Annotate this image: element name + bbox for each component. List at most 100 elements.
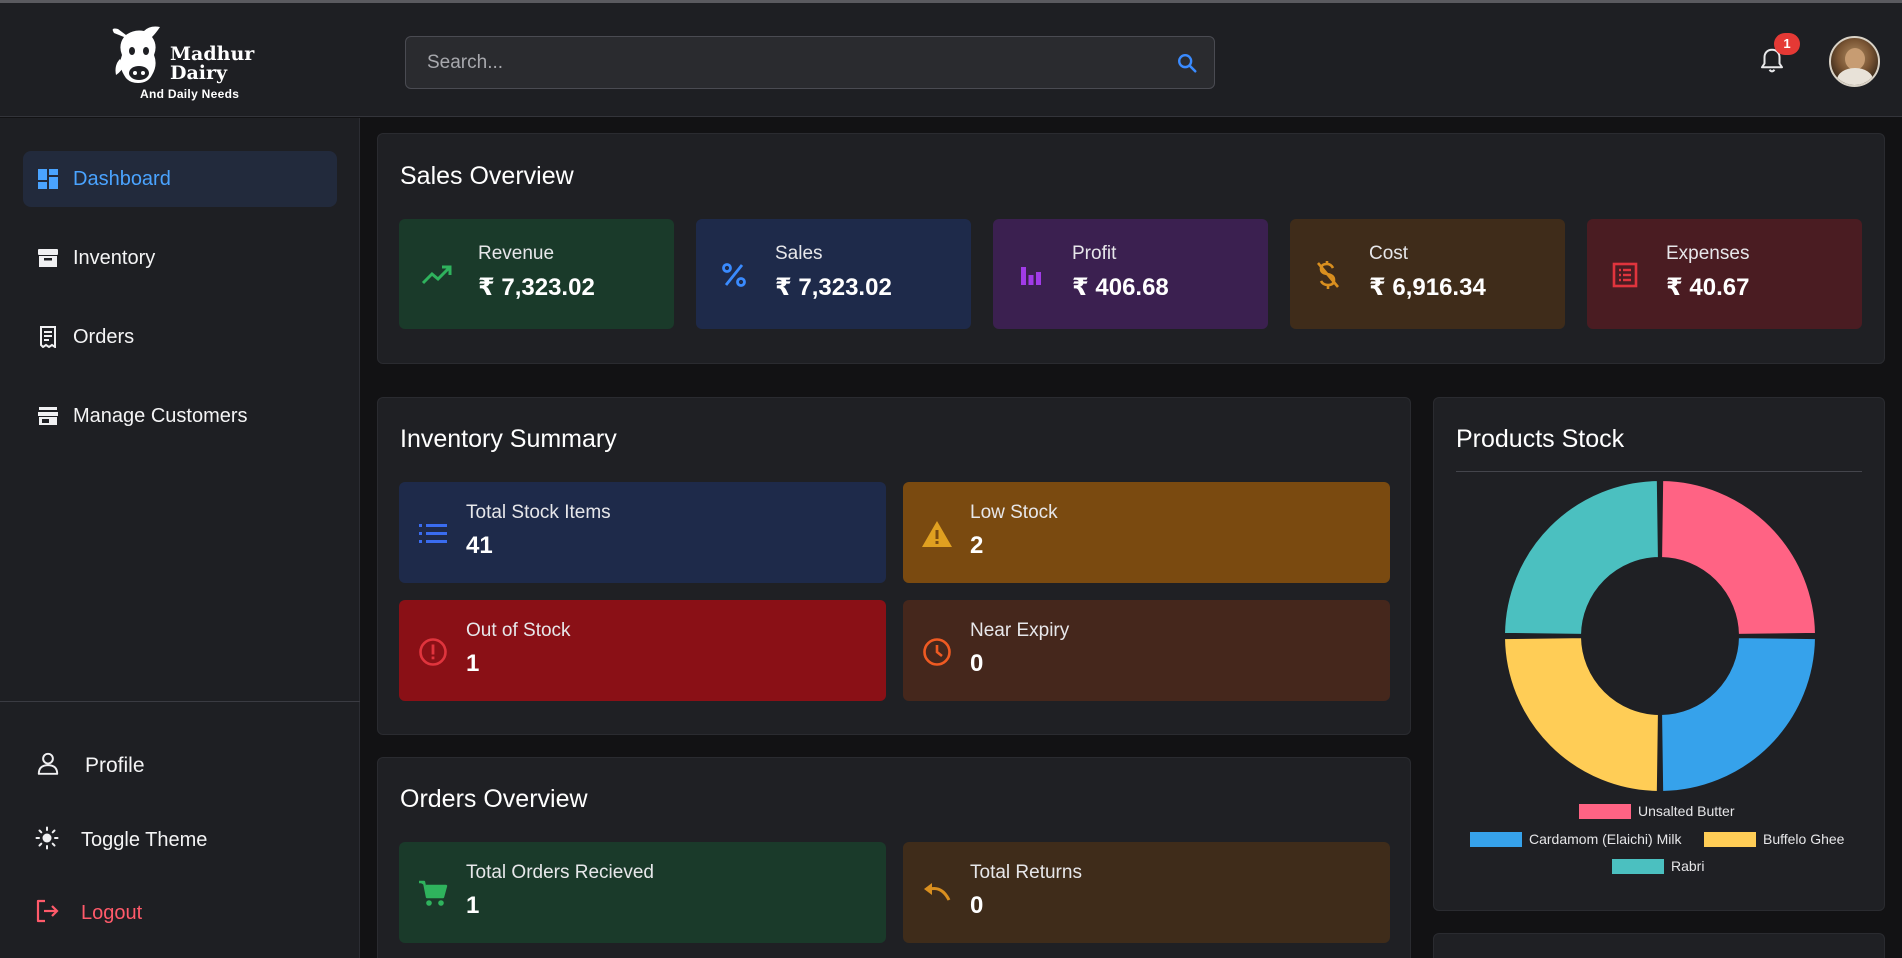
cost-tile[interactable]: Cost ₹ 6,916.34	[1290, 219, 1565, 329]
total-orders-value: 1	[466, 892, 480, 919]
cart-icon	[417, 878, 449, 910]
profile-label: Profile	[85, 753, 145, 777]
toggle-theme-button[interactable]: Toggle Theme	[35, 826, 207, 855]
brand-name-line2: Dairy	[170, 62, 228, 84]
legend-swatch	[1579, 803, 1631, 819]
legend-label: Rabri	[1671, 858, 1705, 874]
total-stock-items-value: 41	[466, 532, 493, 559]
donut-slice-rabri[interactable]	[1503, 479, 1660, 636]
top-header: Madhur Dairy And Daily Needs 1	[0, 3, 1902, 117]
revenue-tile[interactable]: Revenue ₹ 7,323.02	[399, 219, 674, 329]
total-orders-tile[interactable]: Total Orders Recieved 1	[399, 842, 886, 943]
profile-button[interactable]: Profile	[35, 750, 145, 781]
search-icon[interactable]	[1176, 52, 1198, 79]
store-icon	[37, 405, 59, 427]
brand-logo[interactable]: Madhur Dairy And Daily Needs	[108, 23, 258, 103]
profit-value: ₹ 406.68	[1072, 274, 1169, 301]
cost-label: Cost	[1369, 243, 1409, 264]
toggle-theme-label: Toggle Theme	[81, 829, 208, 851]
legend-item[interactable]: Unsalted Butter	[1579, 803, 1735, 819]
logout-icon	[35, 899, 61, 928]
sales-overview-card: Sales Overview Revenue ₹ 7,323.02 Sales …	[377, 133, 1885, 364]
out-of-stock-label: Out of Stock	[466, 620, 571, 641]
receipt-long-icon	[1609, 259, 1641, 291]
sidebar-item-label: Inventory	[73, 246, 156, 269]
notification-badge: 1	[1774, 33, 1800, 55]
error-icon	[417, 636, 449, 668]
out-of-stock-value: 1	[466, 650, 480, 677]
products-stock-divider	[1456, 471, 1862, 472]
products-stock-title: Products Stock	[1456, 425, 1625, 453]
total-stock-items-label: Total Stock Items	[466, 502, 611, 523]
total-returns-value: 0	[970, 892, 984, 919]
search-input[interactable]	[407, 38, 1147, 87]
clock-icon	[921, 636, 953, 668]
list-icon	[417, 518, 449, 550]
orders-overview-title: Orders Overview	[400, 785, 588, 813]
sidebar-item-label: Orders	[73, 325, 135, 348]
low-stock-tile[interactable]: Low Stock 2	[903, 482, 1390, 583]
products-stock-card: Products Stock Unsalted Butter Cardamom …	[1433, 397, 1885, 911]
legend-label: Unsalted Butter	[1638, 803, 1735, 819]
inventory-summary-title: Inventory Summary	[400, 425, 617, 453]
legend-swatch	[1470, 831, 1522, 847]
orders-overview-card: Orders Overview Total Orders Recieved 1 …	[377, 757, 1411, 958]
logout-button[interactable]: Logout	[35, 899, 142, 928]
logout-label: Logout	[81, 902, 143, 924]
total-returns-label: Total Returns	[970, 862, 1082, 883]
inventory-summary-card: Inventory Summary Total Stock Items 41 L…	[377, 397, 1411, 735]
near-expiry-tile[interactable]: Near Expiry 0	[903, 600, 1390, 701]
expenses-tile[interactable]: Expenses ₹ 40.67	[1587, 219, 1862, 329]
legend-label: Cardamom (Elaichi) Milk	[1529, 831, 1682, 847]
legend-item[interactable]: Buffelo Ghee	[1704, 831, 1844, 847]
legend-item[interactable]: Cardamom (Elaichi) Milk	[1470, 831, 1681, 847]
legend-swatch	[1612, 858, 1664, 874]
expenses-value: ₹ 40.67	[1666, 274, 1750, 301]
sales-value: ₹ 7,323.02	[775, 274, 892, 301]
sidebar-item-label: Manage Customers	[73, 404, 248, 427]
sidebar-item-label: Dashboard	[73, 167, 171, 190]
cost-value: ₹ 6,916.34	[1369, 274, 1486, 301]
warning-icon	[921, 518, 953, 550]
sidebar-item-orders[interactable]: Orders	[23, 309, 337, 365]
sales-overview-title: Sales Overview	[400, 162, 574, 190]
sidebar-divider	[0, 701, 360, 702]
undo-icon	[921, 878, 953, 910]
bar-chart-icon	[1015, 259, 1047, 291]
search-box	[405, 36, 1215, 89]
archive-icon	[37, 247, 59, 269]
total-orders-label: Total Orders Recieved	[466, 862, 654, 883]
legend-item[interactable]: Rabri	[1612, 858, 1704, 874]
trending-up-icon	[421, 259, 453, 291]
sales-label: Sales	[775, 243, 823, 264]
user-avatar[interactable]	[1829, 36, 1880, 87]
percent-icon	[718, 259, 750, 291]
profit-label: Profit	[1072, 243, 1117, 264]
cow-logo-icon	[112, 26, 160, 83]
donut-slice-unsalted-butter[interactable]	[1660, 479, 1817, 636]
near-expiry-label: Near Expiry	[970, 620, 1070, 641]
near-expiry-value: 0	[970, 650, 984, 677]
sidebar-item-inventory[interactable]: Inventory	[23, 230, 337, 286]
profit-tile[interactable]: Profit ₹ 406.68	[993, 219, 1268, 329]
low-stock-label: Low Stock	[970, 502, 1058, 523]
total-returns-tile[interactable]: Total Returns 0	[903, 842, 1390, 943]
low-stock-value: 2	[970, 532, 984, 559]
avatar-body	[1837, 68, 1873, 85]
revenue-label: Revenue	[478, 243, 555, 264]
legend-swatch	[1704, 831, 1756, 847]
sidebar: Dashboard Inventory Orders Manage Custom…	[0, 118, 360, 958]
sales-tile[interactable]: Sales ₹ 7,323.02	[696, 219, 971, 329]
revenue-value: ₹ 7,323.02	[478, 274, 595, 301]
receipt-icon	[37, 326, 59, 348]
donut-slice-buffelo-ghee[interactable]	[1503, 636, 1660, 793]
out-of-stock-tile[interactable]: Out of Stock 1	[399, 600, 886, 701]
sidebar-item-manage-customers[interactable]: Manage Customers	[23, 388, 337, 444]
brand-tagline: And Daily Needs	[140, 87, 240, 101]
next-card	[1433, 933, 1885, 958]
sidebar-item-dashboard[interactable]: Dashboard	[23, 151, 337, 207]
money-off-icon	[1312, 259, 1344, 291]
donut-slice-cardamom-elaichi-milk[interactable]	[1660, 636, 1817, 793]
total-stock-items-tile[interactable]: Total Stock Items 41	[399, 482, 886, 583]
expenses-label: Expenses	[1666, 243, 1750, 264]
